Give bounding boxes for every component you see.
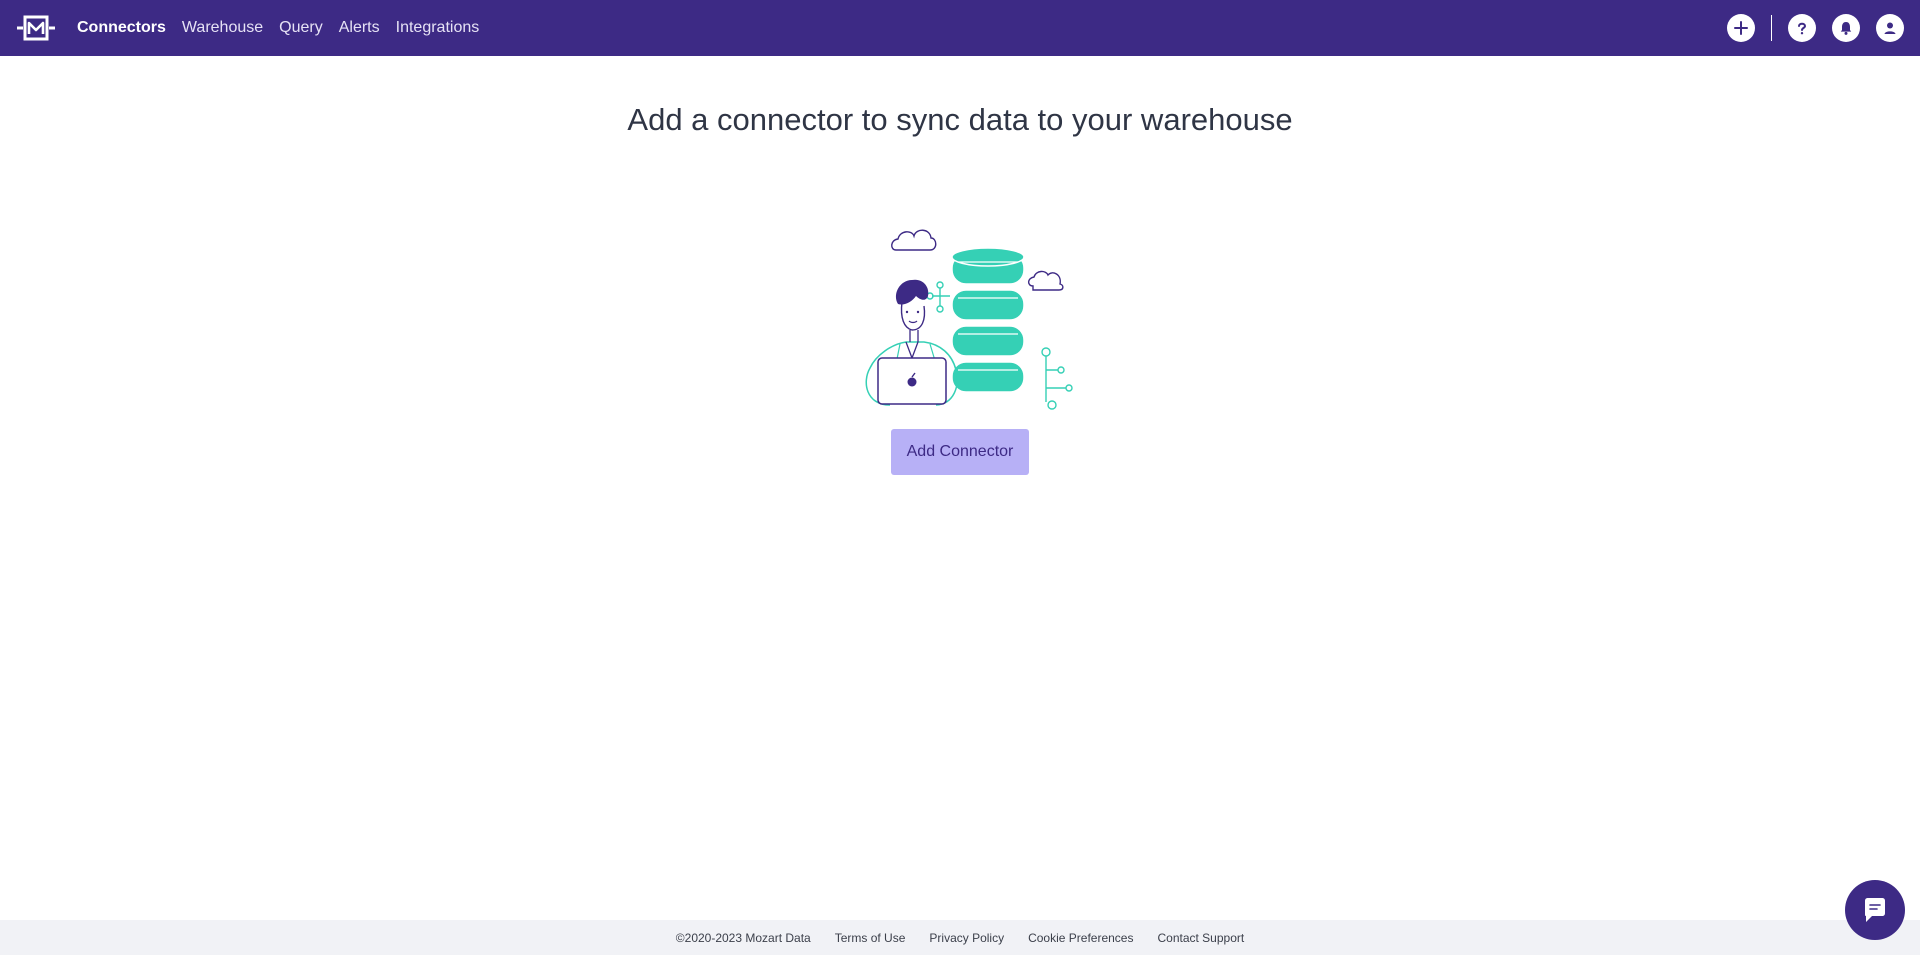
nav-link-integrations[interactable]: Integrations [396,19,480,37]
plus-icon[interactable] [1727,14,1755,42]
main-content: Add a connector to sync data to your war… [0,56,1920,920]
footer-link-privacy[interactable]: Privacy Policy [929,931,1004,945]
bell-icon[interactable] [1832,14,1860,42]
nav-divider [1771,15,1772,41]
top-nav: Connectors Warehouse Query Alerts Integr… [0,0,1920,56]
page-title: Add a connector to sync data to your war… [627,102,1293,137]
help-icon[interactable] [1788,14,1816,42]
nav-link-query[interactable]: Query [279,19,323,37]
add-connector-button[interactable]: Add Connector [891,429,1029,475]
nav-link-alerts[interactable]: Alerts [339,19,380,37]
mozart-logo-icon[interactable] [15,12,57,44]
person-database-illustration [840,192,1080,432]
nav-link-warehouse[interactable]: Warehouse [182,19,263,37]
chat-icon[interactable] [1845,880,1905,940]
footer-link-contact-support[interactable]: Contact Support [1157,931,1244,945]
footer-link-terms[interactable]: Terms of Use [835,931,906,945]
nav-right-actions [1727,0,1920,56]
footer-copyright: ©2020-2023 Mozart Data [675,930,811,945]
user-icon[interactable] [1876,14,1904,42]
footer-link-cookie-preferences[interactable]: Cookie Preferences [1028,931,1133,945]
nav-links: Connectors Warehouse Query Alerts Integr… [77,19,495,37]
footer: ©2020-2023 Mozart Data Terms of Use Priv… [0,920,1920,955]
nav-link-connectors[interactable]: Connectors [77,19,166,37]
